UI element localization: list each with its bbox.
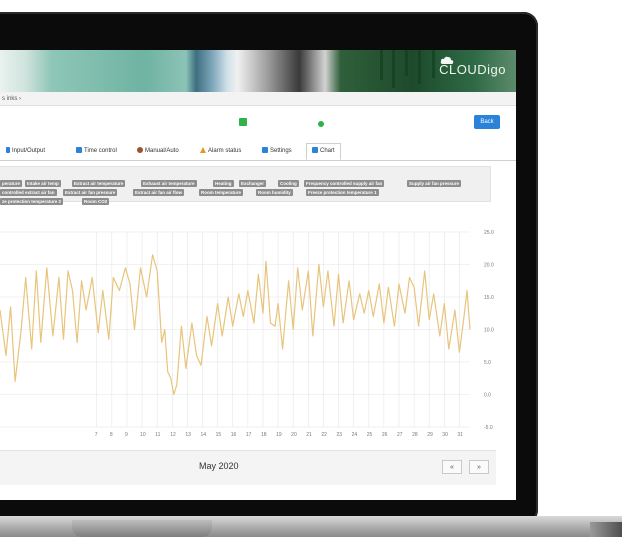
line-chart: 25.0 20.0 15.0 10.0 5.0 0.0 -5.0 7 8 9 10 11 12 13 14 1…	[0, 230, 494, 438]
y-tick-label: -5.0	[484, 425, 493, 431]
breadcrumb[interactable]: s inks ›	[0, 92, 516, 106]
legend-item[interactable]: Cooling	[278, 180, 299, 187]
x-tick-label: 27	[397, 432, 403, 438]
y-tick-label: 0.0	[484, 393, 491, 399]
x-tick-label: 25	[367, 432, 373, 438]
brand-logo: CLOUDigo	[439, 62, 506, 77]
legend-item[interactable]: controlled extract air fan	[0, 189, 57, 196]
legend-item[interactable]: Room humidity	[256, 189, 293, 196]
x-tick-label: 31	[457, 432, 463, 438]
legend-item[interactable]: Frequency controlled supply air fan	[304, 180, 385, 187]
next-month-button[interactable]: »	[469, 460, 489, 474]
status-indicator-dot	[318, 121, 324, 127]
hand-icon	[137, 147, 143, 153]
x-tick-label: 20	[291, 432, 297, 438]
legend-item[interactable]: Exhaust air temperature	[141, 180, 197, 187]
settings-icon	[262, 147, 268, 153]
x-tick-label: 13	[185, 432, 191, 438]
x-tick-label: 21	[306, 432, 312, 438]
x-tick-label: 18	[261, 432, 267, 438]
x-tick-label: 16	[231, 432, 237, 438]
tab-time-control[interactable]: Time control	[76, 144, 117, 159]
x-tick-label: 17	[246, 432, 252, 438]
tab-label: Time control	[84, 148, 117, 154]
tab-bar: Input/Output Time control Manual/Auto Al…	[0, 142, 516, 161]
x-tick-label: 15	[216, 432, 222, 438]
x-tick-label: 11	[155, 432, 160, 438]
chart-legend: perature Intake air temp Extract air tem…	[0, 166, 491, 205]
tab-chart[interactable]: Chart	[306, 143, 341, 160]
x-tick-label: 10	[140, 432, 146, 438]
y-tick-label: 15.0	[484, 295, 494, 301]
y-tick-label: 25.0	[484, 230, 494, 236]
laptop-base-edge	[590, 522, 622, 537]
tab-alarm-status[interactable]: Alarm status	[200, 144, 241, 159]
x-tick-label: 7	[95, 432, 98, 438]
legend-item[interactable]: Extract air fan pressure	[63, 189, 118, 196]
x-tick-label: 12	[170, 432, 176, 438]
legend-item[interactable]: perature	[0, 180, 23, 187]
tab-label: Alarm status	[208, 148, 242, 154]
y-tick-label: 20.0	[484, 263, 494, 269]
header-banner: CLOUDigo	[0, 50, 516, 92]
tab-label: Manual/Auto	[145, 148, 179, 154]
y-tick-label: 5.0	[484, 360, 491, 366]
x-tick-label: 28	[412, 432, 418, 438]
x-tick-label: 14	[201, 432, 207, 438]
status-indicator-square	[239, 118, 247, 126]
warning-icon	[200, 147, 206, 153]
io-icon	[6, 147, 10, 153]
tab-input-output[interactable]: Input/Output	[6, 144, 45, 159]
x-tick-label: 8	[110, 432, 113, 438]
month-label: May 2020	[199, 461, 239, 471]
chart-footer: May 2020 « »	[0, 450, 496, 485]
tab-settings[interactable]: Settings	[262, 144, 292, 159]
chart-area: 25.0 20.0 15.0 10.0 5.0 0.0 -5.0 7 8 9 10 11 12 13 14 1…	[0, 222, 516, 444]
x-tick-label: 26	[382, 432, 388, 438]
x-tick-label: 23	[337, 432, 343, 438]
legend-item[interactable]: Freeze protection temperature 1	[306, 189, 379, 196]
x-tick-label: 19	[276, 432, 282, 438]
tab-label: Settings	[270, 148, 292, 154]
legend-item[interactable]: Supply air fan pressure	[407, 180, 462, 187]
tab-label: Chart	[320, 148, 335, 154]
legend-item[interactable]: ze protection temperature 2	[0, 198, 64, 205]
back-button[interactable]: Back	[474, 115, 500, 129]
x-tick-label: 22	[321, 432, 327, 438]
chart-icon	[312, 147, 318, 153]
x-tick-label: 29	[427, 432, 433, 438]
x-tick-label: 24	[352, 432, 358, 438]
prev-month-button[interactable]: «	[442, 460, 462, 474]
tab-manual-auto[interactable]: Manual/Auto	[137, 144, 179, 159]
x-tick-label: 30	[442, 432, 448, 438]
x-tick-label: 9	[125, 432, 128, 438]
tab-label: Input/Output	[12, 148, 46, 154]
legend-item[interactable]: Intake air temp	[25, 180, 61, 187]
laptop-screen: CLOUDigo s inks › Back Input/Output Time…	[0, 50, 516, 500]
status-area: Back	[0, 108, 516, 138]
legend-item[interactable]: Heating	[213, 180, 234, 187]
series-line	[0, 254, 471, 396]
calendar-icon	[76, 147, 82, 153]
legend-item[interactable]: Exchanger	[239, 180, 267, 187]
legend-item[interactable]: Extract air temperature	[72, 180, 126, 187]
legend-item[interactable]: Room CO2	[82, 198, 110, 205]
legend-item[interactable]: Extract air fan air flow	[133, 189, 185, 196]
y-tick-label: 10.0	[484, 328, 494, 334]
laptop-notch	[72, 520, 212, 537]
legend-item[interactable]: Room temperature	[199, 189, 244, 196]
